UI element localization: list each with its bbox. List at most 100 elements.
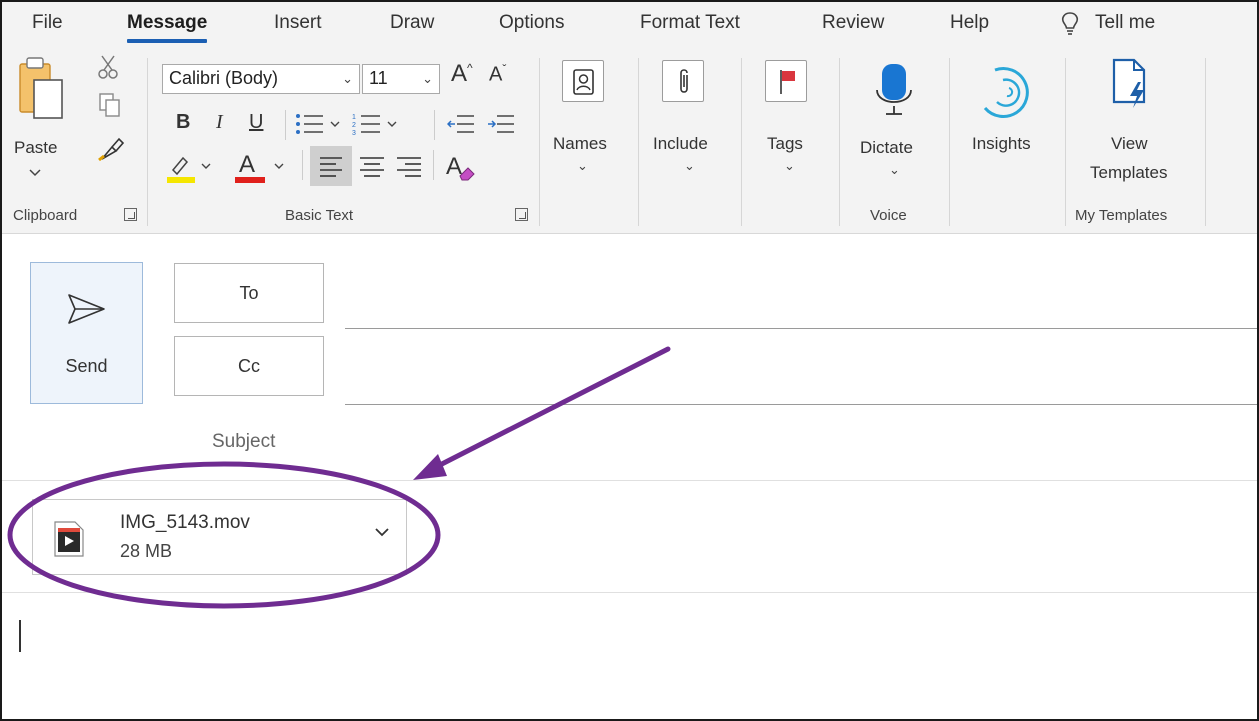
numbering-icon[interactable]: 1 2 3 xyxy=(352,112,402,136)
chevron-down-icon[interactable]: ⌄ xyxy=(684,158,695,174)
tab-options[interactable]: Options xyxy=(499,12,564,34)
cc-input[interactable] xyxy=(345,404,1257,405)
message-body[interactable] xyxy=(2,602,1257,719)
svg-text:A: A xyxy=(239,151,255,178)
tab-format-text[interactable]: Format Text xyxy=(640,12,740,34)
paperclip-icon xyxy=(680,69,688,93)
attachment-file-size: 28 MB xyxy=(120,541,173,561)
font-color-icon[interactable]: A xyxy=(235,148,291,184)
decrease-indent-icon[interactable] xyxy=(447,112,475,136)
divider xyxy=(433,150,434,180)
to-button[interactable]: To xyxy=(174,263,324,323)
annotation-arrow-head xyxy=(413,454,447,480)
ribbon-separator xyxy=(638,58,639,226)
subject-label: Subject xyxy=(212,431,276,452)
font-name-dropdown[interactable]: Calibri (Body) ⌄ xyxy=(162,64,360,94)
red-flag-icon xyxy=(780,70,795,94)
tell-me-search[interactable]: Tell me xyxy=(1095,12,1155,34)
divider xyxy=(285,110,286,140)
align-right-icon[interactable] xyxy=(396,155,422,177)
svg-text:1: 1 xyxy=(352,114,356,121)
tab-help[interactable]: Help xyxy=(950,12,989,34)
font-size-value: 11 xyxy=(369,68,388,88)
bullets-icon[interactable] xyxy=(295,112,345,136)
chevron-down-icon[interactable] xyxy=(29,168,41,178)
annotation-arrow-shaft xyxy=(431,346,671,471)
address-book-icon xyxy=(573,69,594,95)
lightbulb-icon[interactable] xyxy=(1059,10,1081,36)
paste-icon[interactable] xyxy=(14,54,64,120)
svg-text:3: 3 xyxy=(352,130,356,136)
names-button-frame[interactable] xyxy=(562,60,604,102)
tab-review[interactable]: Review xyxy=(822,12,884,34)
ribbon: Paste Clipboard Calibri (Body) ⌄ 11 ⌄ A^… xyxy=(2,46,1257,234)
subject-input-line[interactable] xyxy=(2,480,1257,481)
grow-font-icon[interactable]: A^ xyxy=(451,60,473,88)
view-templates-label-line2[interactable]: Templates xyxy=(1090,163,1167,183)
include-label[interactable]: Include xyxy=(653,134,708,154)
my-templates-group-label: My Templates xyxy=(1075,207,1168,224)
tags-button-frame[interactable] xyxy=(765,60,807,102)
outlook-compose-window: File Message Insert Draw Options Format … xyxy=(0,0,1259,721)
ribbon-separator xyxy=(741,58,742,226)
attachment-file-name: IMG_5143.mov xyxy=(120,512,250,533)
insights-icon[interactable] xyxy=(977,60,1037,122)
names-label[interactable]: Names xyxy=(553,134,607,154)
ribbon-separator xyxy=(539,58,540,226)
include-button-frame[interactable] xyxy=(662,60,704,102)
format-painter-icon[interactable] xyxy=(96,134,126,164)
shrink-font-icon[interactable]: Aˇ xyxy=(489,62,506,87)
underline-icon[interactable]: U xyxy=(249,111,263,134)
align-left-icon xyxy=(320,157,342,177)
voice-group-label: Voice xyxy=(870,207,907,224)
microphone-icon[interactable] xyxy=(874,62,916,118)
clear-formatting-icon[interactable]: A xyxy=(444,150,478,182)
italic-icon[interactable]: I xyxy=(216,111,223,134)
chevron-down-icon[interactable]: ⌄ xyxy=(889,162,900,178)
video-file-icon xyxy=(54,521,84,557)
chevron-down-icon[interactable]: ⌄ xyxy=(784,158,795,174)
send-button[interactable]: Send xyxy=(30,262,143,404)
tab-insert[interactable]: Insert xyxy=(274,12,322,34)
paste-label[interactable]: Paste xyxy=(14,138,57,158)
cut-icon[interactable] xyxy=(97,54,119,80)
tags-label[interactable]: Tags xyxy=(767,134,803,154)
ribbon-separator xyxy=(147,58,148,226)
chevron-down-icon: ⌄ xyxy=(342,71,353,86)
chevron-down-icon: ⌄ xyxy=(422,71,433,86)
ribbon-separator xyxy=(839,58,840,226)
basic-text-launcher[interactable] xyxy=(515,208,528,221)
chevron-down-icon[interactable]: ⌄ xyxy=(577,158,588,174)
tab-file[interactable]: File xyxy=(32,12,63,34)
dictate-label[interactable]: Dictate xyxy=(860,138,913,158)
bold-icon[interactable]: B xyxy=(176,111,190,134)
send-icon xyxy=(68,294,105,324)
insights-label[interactable]: Insights xyxy=(972,134,1031,154)
increase-indent-icon[interactable] xyxy=(487,112,515,136)
align-left-button[interactable] xyxy=(310,146,352,186)
view-templates-icon[interactable] xyxy=(1110,56,1152,112)
clipboard-group-label: Clipboard xyxy=(13,207,78,224)
send-label: Send xyxy=(65,356,108,376)
attachment-card[interactable]: IMG_5143.mov 28 MB xyxy=(32,499,407,575)
highlight-color-icon[interactable] xyxy=(167,150,217,184)
divider xyxy=(434,110,435,140)
align-center-icon[interactable] xyxy=(359,155,385,177)
ribbon-separator xyxy=(949,58,950,226)
to-input[interactable] xyxy=(345,328,1257,329)
clipboard-launcher[interactable] xyxy=(124,208,137,221)
chevron-down-icon[interactable] xyxy=(374,526,390,538)
divider xyxy=(302,150,303,180)
menu-bar: File Message Insert Draw Options Format … xyxy=(2,2,1257,46)
ribbon-separator xyxy=(1205,58,1206,226)
copy-icon[interactable] xyxy=(98,92,122,118)
ribbon-separator xyxy=(1065,58,1066,226)
font-name-value: Calibri (Body) xyxy=(169,68,279,88)
svg-text:2: 2 xyxy=(352,122,356,129)
tab-message[interactable]: Message xyxy=(127,12,208,43)
cc-button[interactable]: Cc xyxy=(174,336,324,396)
tab-draw[interactable]: Draw xyxy=(390,12,434,34)
view-templates-label-line1[interactable]: View xyxy=(1111,134,1148,154)
font-size-dropdown[interactable]: 11 ⌄ xyxy=(362,64,440,94)
attachment-divider xyxy=(2,592,1257,593)
